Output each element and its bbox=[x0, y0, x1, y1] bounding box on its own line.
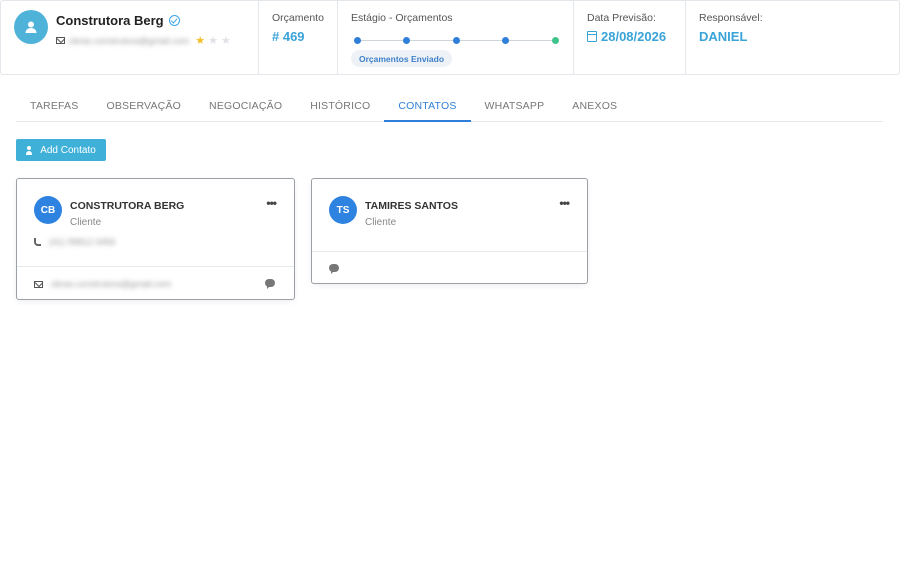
responsavel-row: DANIEL bbox=[699, 29, 747, 44]
envelope-icon bbox=[34, 280, 43, 288]
verified-icon bbox=[168, 15, 180, 26]
client-email: obras.construtora@gmail.com bbox=[69, 35, 190, 46]
orcamento-number: # 469 bbox=[272, 29, 305, 44]
tab-historico[interactable]: HISTÓRICO bbox=[296, 93, 384, 122]
contact-avatar: CB bbox=[34, 196, 62, 224]
tab-tarefas[interactable]: TAREFAS bbox=[16, 93, 92, 122]
star-icon[interactable]: ★ bbox=[208, 34, 218, 47]
tab-whatsapp[interactable]: WHATSAPP bbox=[471, 93, 559, 122]
client-email-row: obras.construtora@gmail.com ★ ★ ★ bbox=[56, 34, 231, 47]
contact-card: TS TAMIRES SANTOS Cliente ••• bbox=[311, 178, 588, 284]
contact-phone[interactable]: (41) 99812-3456 bbox=[49, 237, 116, 247]
stage-label: Estágio - Orçamentos bbox=[351, 12, 453, 24]
contact-role: Cliente bbox=[70, 217, 102, 228]
orcamento-value: # 469 bbox=[272, 29, 305, 44]
star-icon[interactable]: ★ bbox=[195, 34, 205, 47]
more-options-icon[interactable]: ••• bbox=[266, 196, 277, 210]
chat-icon[interactable] bbox=[329, 264, 339, 274]
date-cell: Data Previsão: 28/08/2026 bbox=[574, 1, 686, 74]
contact-role: Cliente bbox=[365, 217, 397, 228]
stage-step[interactable] bbox=[453, 37, 460, 44]
envelope-icon bbox=[56, 37, 65, 44]
stage-step[interactable] bbox=[502, 37, 509, 44]
calendar-icon bbox=[587, 31, 597, 42]
orcamento-cell: Orçamento # 469 bbox=[259, 1, 338, 74]
user-plus-icon bbox=[26, 145, 35, 155]
divider bbox=[17, 266, 294, 267]
orcamento-label: Orçamento bbox=[272, 12, 324, 24]
tab-observacao[interactable]: OBSERVAÇÃO bbox=[92, 93, 195, 122]
rating-stars[interactable]: ★ ★ ★ bbox=[195, 34, 231, 47]
contact-name: TAMIRES SANTOS bbox=[365, 200, 458, 212]
stage-step[interactable] bbox=[552, 37, 559, 44]
stage-current-badge: Orçamentos Enviado bbox=[351, 50, 453, 67]
add-contact-button[interactable]: Add Contato bbox=[16, 139, 106, 161]
stage-cell: Estágio - Orçamentos Orçamentos Enviado bbox=[338, 1, 574, 74]
responsavel-value: DANIEL bbox=[699, 29, 748, 44]
tab-anexos[interactable]: ANEXOS bbox=[558, 93, 631, 122]
tab-contatos[interactable]: CONTATOS bbox=[384, 93, 471, 122]
date-value-row: 28/08/2026 bbox=[587, 29, 666, 44]
star-icon[interactable]: ★ bbox=[221, 34, 231, 47]
contact-email[interactable]: obras.construtora@gmail.com bbox=[51, 279, 171, 289]
contact-phone-row: (41) 99812-3456 bbox=[34, 237, 116, 247]
date-label: Data Previsão: bbox=[587, 12, 656, 24]
client-name[interactable]: Construtora Berg bbox=[56, 13, 180, 28]
responsavel-label: Responsável: bbox=[699, 12, 763, 24]
deal-header: Construtora Berg obras.construtora@gmail… bbox=[0, 0, 900, 75]
client-summary: Construtora Berg obras.construtora@gmail… bbox=[1, 1, 259, 74]
tab-bar: TAREFAS OBSERVAÇÃO NEGOCIAÇÃO HISTÓRICO … bbox=[16, 93, 883, 122]
add-contact-label: Add Contato bbox=[40, 144, 96, 156]
date-value: 28/08/2026 bbox=[601, 29, 667, 44]
responsavel-cell: Responsável: DANIEL bbox=[686, 1, 899, 74]
stage-step[interactable] bbox=[354, 37, 361, 44]
phone-icon bbox=[34, 238, 41, 246]
tab-negociacao[interactable]: NEGOCIAÇÃO bbox=[195, 93, 296, 122]
stage-step[interactable] bbox=[403, 37, 410, 44]
client-avatar bbox=[14, 10, 48, 44]
contact-avatar: TS bbox=[329, 196, 357, 224]
client-name-text[interactable]: Construtora Berg bbox=[56, 13, 164, 28]
contact-email-row: obras.construtora@gmail.com bbox=[34, 279, 171, 289]
chat-icon[interactable] bbox=[265, 279, 275, 289]
more-options-icon[interactable]: ••• bbox=[559, 196, 570, 210]
contact-card: CB CONSTRUTORA BERG Cliente ••• (41) 998… bbox=[16, 178, 295, 300]
user-icon bbox=[25, 21, 37, 33]
contact-name: CONSTRUTORA BERG bbox=[70, 200, 185, 212]
divider bbox=[312, 251, 587, 252]
